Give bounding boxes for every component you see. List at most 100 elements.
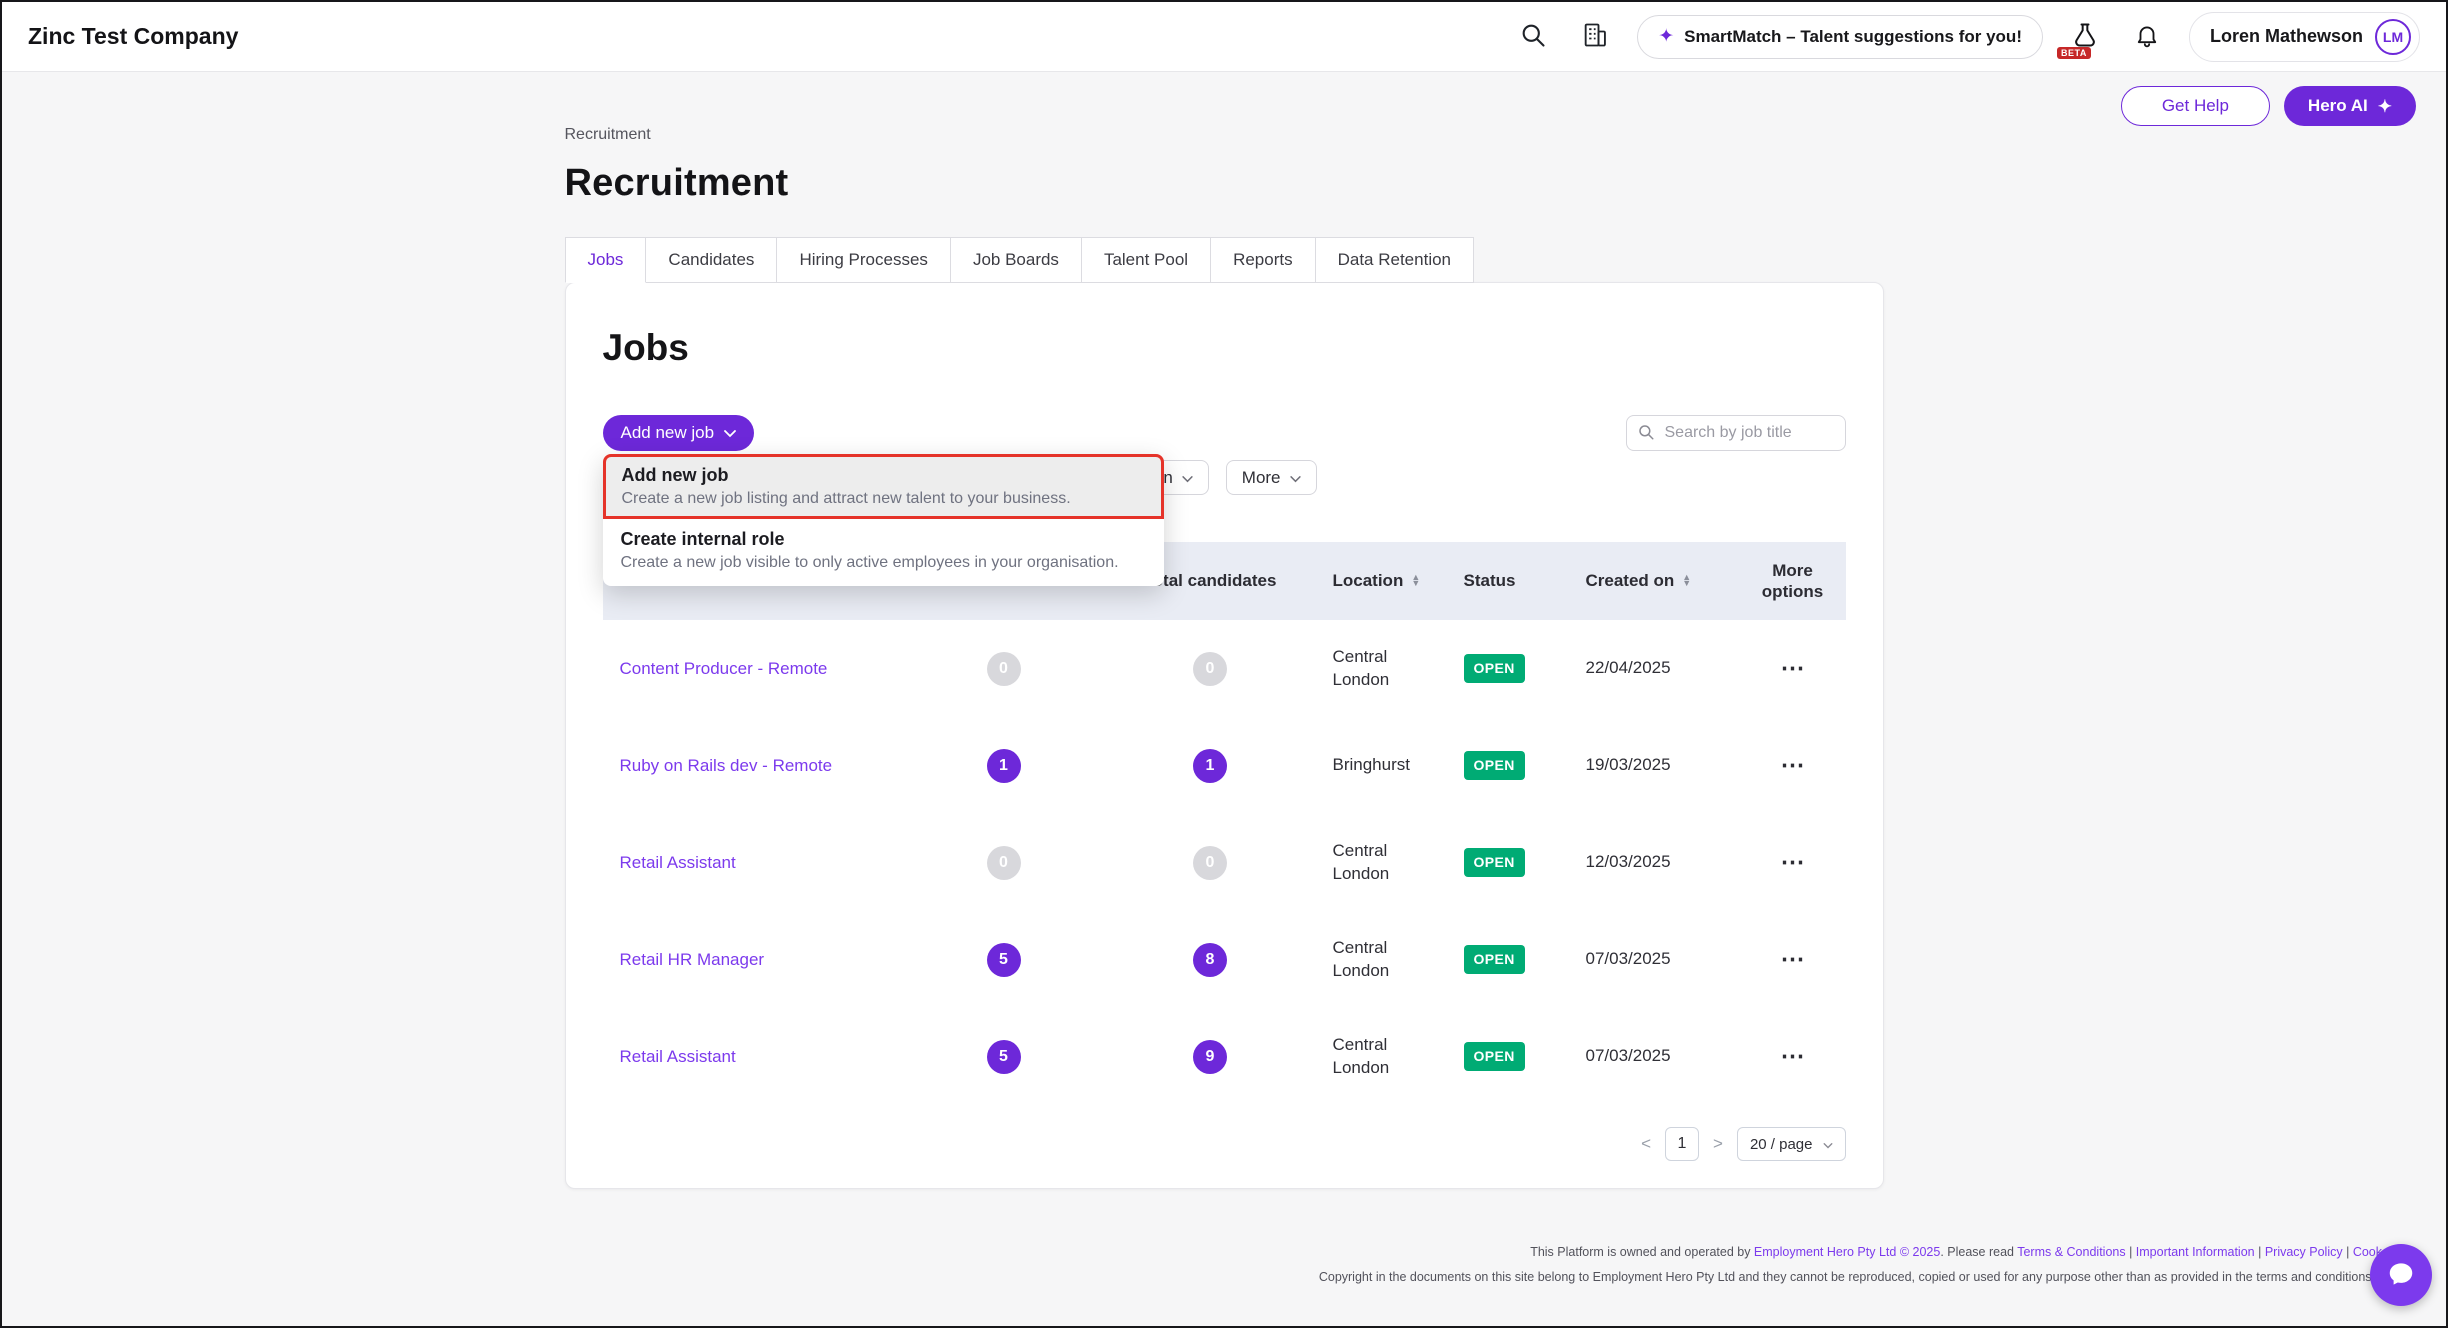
- job-title-cell: Ruby on Rails dev - Remote: [603, 756, 900, 776]
- column-label: Location: [1333, 571, 1404, 591]
- tab-hiring-processes[interactable]: Hiring Processes: [776, 237, 951, 283]
- location-cell: Bringhurst: [1313, 754, 1444, 777]
- status-badge: OPEN: [1464, 848, 1525, 877]
- job-title-cell: Retail Assistant: [603, 853, 900, 873]
- job-title-cell: Retail Assistant: [603, 1047, 900, 1067]
- avatar: LM: [2375, 19, 2411, 55]
- total-candidates-cell: 0: [1108, 846, 1313, 880]
- location-cell: Central London: [1313, 646, 1444, 692]
- menu-item-title: Create internal role: [621, 529, 1146, 550]
- total-candidates-badge: 9: [1193, 1040, 1227, 1074]
- menu-item-add-new-job[interactable]: Add new job Create a new job listing and …: [603, 454, 1164, 519]
- page: Zinc Test Company ✦ SmartMatch – Talent …: [0, 0, 2448, 1328]
- help-actions: Get Help Hero AI ✦: [2121, 86, 2416, 126]
- chat-widget-button[interactable]: [2370, 1244, 2432, 1306]
- job-title-link[interactable]: Retail Assistant: [620, 1047, 736, 1066]
- sort-icon[interactable]: ▲▼: [1682, 575, 1691, 587]
- job-title-link[interactable]: Retail Assistant: [620, 853, 736, 872]
- status-badge: OPEN: [1464, 1042, 1525, 1071]
- job-title-link[interactable]: Content Producer - Remote: [620, 659, 828, 678]
- location-cell: Central London: [1313, 1034, 1444, 1080]
- page-title: Recruitment: [565, 162, 1884, 205]
- new-candidates-cell: 5: [900, 1040, 1108, 1074]
- building-icon: [1581, 21, 1609, 52]
- add-new-job-button[interactable]: Add new job: [603, 415, 755, 451]
- job-title-cell: Content Producer - Remote: [603, 659, 900, 679]
- smartmatch-button[interactable]: ✦ SmartMatch – Talent suggestions for yo…: [1637, 15, 2043, 59]
- terms-link[interactable]: Terms & Conditions: [2017, 1245, 2125, 1259]
- table-row: Ruby on Rails dev - Remote11BringhurstOP…: [603, 717, 1846, 814]
- topbar-actions: ✦ SmartMatch – Talent suggestions for yo…: [1513, 12, 2420, 62]
- location-cell: Central London: [1313, 937, 1444, 983]
- breadcrumb[interactable]: Recruitment: [565, 126, 1884, 144]
- menu-item-create-internal-role[interactable]: Create internal roleCreate a new job vis…: [603, 519, 1164, 582]
- user-name: Loren Mathewson: [2210, 26, 2363, 47]
- employment-hero-link[interactable]: Employment Hero Pty Ltd © 2025: [1754, 1245, 1940, 1259]
- next-page-button[interactable]: >: [1709, 1134, 1727, 1154]
- column-label: Created on: [1586, 571, 1675, 591]
- column-label: Status: [1464, 571, 1516, 591]
- table-row: Content Producer - Remote 0 0 Central Londo…: [603, 620, 1846, 717]
- job-title-link[interactable]: Retail HR Manager: [620, 950, 765, 969]
- jobs-table: Job title▲▼New candidatesTotal candidate…: [603, 542, 1846, 1105]
- tab-job-boards[interactable]: Job Boards: [950, 237, 1082, 283]
- total-candidates-cell: 9: [1108, 1040, 1313, 1074]
- footer-separator: |: [2126, 1245, 2136, 1259]
- add-job-dropdown: Add new job Create a new job listing and …: [603, 454, 1164, 586]
- total-candidates-cell: 8: [1108, 943, 1313, 977]
- new-candidates-badge: 5: [987, 1040, 1021, 1074]
- more-filters-button[interactable]: More: [1226, 460, 1317, 495]
- new-candidates-cell: 0: [900, 846, 1108, 880]
- table-row: Retail Assistant00Central LondonOPEN12/0…: [603, 814, 1846, 911]
- tab-candidates[interactable]: Candidates: [645, 237, 777, 283]
- main-content: Recruitment Recruitment JobsCandidatesHi…: [565, 72, 1884, 1189]
- tab-jobs[interactable]: Jobs: [565, 237, 647, 283]
- get-help-button[interactable]: Get Help: [2121, 86, 2270, 126]
- tabs: JobsCandidatesHiring ProcessesJob Boards…: [565, 237, 1884, 283]
- notifications-button[interactable]: [2127, 17, 2167, 57]
- page-number[interactable]: 1: [1665, 1127, 1699, 1161]
- column-header-created-on[interactable]: Created on ▲▼: [1566, 571, 1738, 591]
- job-title-link[interactable]: Ruby on Rails dev - Remote: [620, 756, 833, 775]
- privacy-policy-link[interactable]: Privacy Policy: [2265, 1245, 2343, 1259]
- search-button[interactable]: [1513, 17, 1553, 57]
- menu-item-title: Add new job: [622, 465, 1145, 486]
- tab-data-retention[interactable]: Data Retention: [1315, 237, 1474, 283]
- status-badge: OPEN: [1464, 654, 1525, 683]
- footer-text: . Please read: [1940, 1245, 2017, 1259]
- total-candidates-badge: 0: [1193, 846, 1227, 880]
- sort-icon[interactable]: ▲▼: [1411, 575, 1420, 587]
- column-header-location[interactable]: Location ▲▼: [1313, 571, 1444, 591]
- column-header-status: Status: [1444, 571, 1566, 591]
- total-candidates-badge: 0: [1193, 652, 1227, 686]
- beta-badge: BETA: [2057, 47, 2091, 59]
- total-candidates-badge: 8: [1193, 943, 1227, 977]
- tab-talent-pool[interactable]: Talent Pool: [1081, 237, 1211, 283]
- tab-reports[interactable]: Reports: [1210, 237, 1316, 283]
- labs-button[interactable]: BETA: [2065, 17, 2105, 57]
- status-cell: OPEN: [1444, 751, 1566, 780]
- new-candidates-badge: 5: [987, 943, 1021, 977]
- created-on-cell: 07/03/2025: [1566, 948, 1738, 971]
- organisation-button[interactable]: [1575, 17, 1615, 57]
- new-candidates-badge: 1: [987, 749, 1021, 783]
- hero-ai-button[interactable]: Hero AI ✦: [2284, 86, 2416, 126]
- location-cell: Central London: [1313, 840, 1444, 886]
- chevron-down-icon: [1290, 468, 1301, 488]
- status-cell: OPEN: [1444, 1042, 1566, 1071]
- page-size-select[interactable]: 20 / page: [1737, 1127, 1846, 1161]
- smartmatch-label: SmartMatch – Talent suggestions for you!: [1684, 27, 2022, 47]
- new-candidates-cell: 1: [900, 749, 1108, 783]
- table-body: Content Producer - Remote 0 0 Central Londo…: [603, 620, 1846, 1105]
- prev-page-button[interactable]: <: [1637, 1134, 1655, 1154]
- new-candidates-badge: 0: [987, 652, 1021, 686]
- column-label: More options: [1760, 560, 1826, 603]
- user-menu[interactable]: Loren Mathewson LM: [2189, 12, 2420, 62]
- footer-separator: |: [2255, 1245, 2265, 1259]
- menu-item-description: Create a new job listing and attract new…: [622, 490, 1145, 508]
- job-search-input[interactable]: [1626, 415, 1846, 451]
- important-information-link[interactable]: Important Information: [2136, 1245, 2255, 1259]
- table-row: Retail Assistant59Central LondonOPEN07/0…: [603, 1008, 1846, 1105]
- search-icon: [1637, 423, 1655, 446]
- company-name: Zinc Test Company: [28, 23, 238, 50]
